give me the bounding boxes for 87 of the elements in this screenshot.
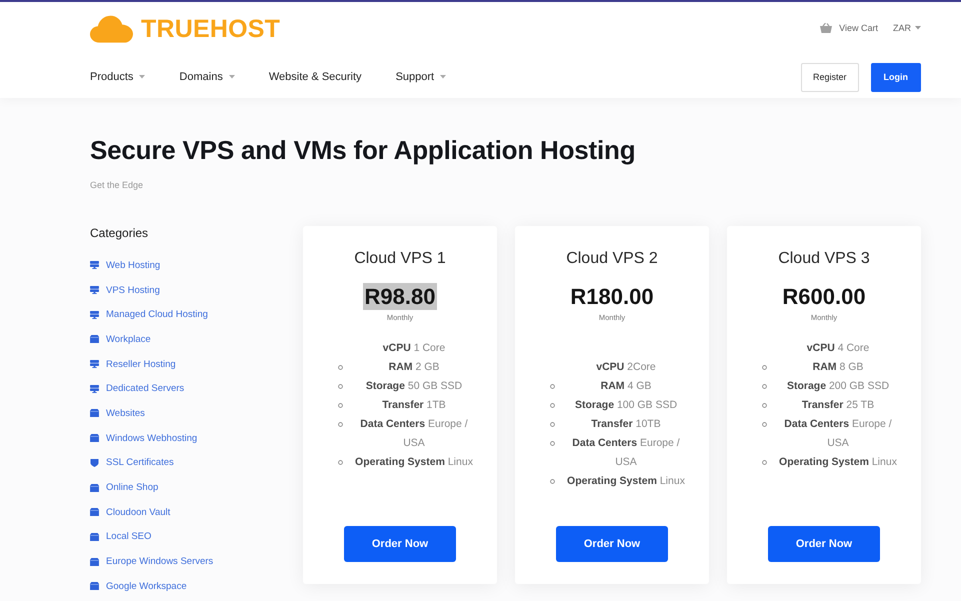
bullet-icon <box>762 460 767 465</box>
box-icon <box>90 434 99 442</box>
box-icon <box>90 508 99 516</box>
login-button[interactable]: Login <box>870 62 921 92</box>
caret-icon <box>440 75 446 79</box>
server-icon <box>90 384 99 393</box>
bullet-icon <box>338 384 343 389</box>
nav-menu-item[interactable]: Support <box>396 71 446 83</box>
feature-text: Transfer 25 TB <box>800 398 876 413</box>
box-icon <box>90 582 99 590</box>
category-link[interactable]: Local SEO <box>106 531 152 542</box>
feature-text: Data Centers Europe / USA <box>359 417 469 451</box>
bullet-icon <box>338 422 343 427</box>
spec-text: vCPU 4 Core <box>806 341 870 356</box>
feature-text: Operating System Linux <box>778 455 898 470</box>
category-link[interactable]: Windows Webhosting <box>106 432 198 444</box>
page-subtitle: Get the Edge <box>90 179 144 191</box>
plan-price: R98.80 <box>362 283 438 310</box>
category-link[interactable]: Cloudoon Vault <box>106 506 170 518</box>
bullet-icon <box>338 403 343 408</box>
category-link[interactable]: Websites <box>106 408 145 419</box>
bullet-icon <box>762 403 767 408</box>
category-link[interactable]: VPS Hosting <box>106 284 160 296</box>
bullet-icon <box>550 479 555 484</box>
server-icon <box>90 286 99 294</box>
basket-icon[interactable] <box>820 23 832 33</box>
bullet-icon <box>338 365 343 370</box>
feature-text: Data Centers Europe / USA <box>783 417 893 451</box>
feature-text: RAM 2 GB <box>388 360 440 375</box>
feature-text: RAM 8 GB <box>812 360 864 375</box>
plan-name: Cloud VPS 3 <box>778 249 870 269</box>
category-link[interactable]: Workplace <box>106 334 151 345</box>
bullet-icon <box>550 403 555 408</box>
caret-icon <box>139 75 146 79</box>
feature-text: RAM 4 GB <box>600 379 652 394</box>
category-link[interactable]: Web Hosting <box>106 260 160 271</box>
order-now-button[interactable]: Order Now <box>556 526 668 562</box>
category-link[interactable]: Managed Cloud Hosting <box>106 309 208 320</box>
bullet-icon <box>550 384 555 389</box>
nav-menu-item[interactable]: Domains <box>179 71 235 83</box>
feature-text: Operating System Linux <box>354 455 474 470</box>
nav-menu-item[interactable]: Website & Security <box>268 71 362 83</box>
page-title: Secure VPS and VMs for Application Hosting <box>90 134 636 166</box>
categories-heading: Categories <box>90 226 148 240</box>
category-link[interactable]: Dedicated Servers <box>106 383 184 394</box>
plan-price: R180.00 <box>569 283 655 310</box>
order-now-button[interactable]: Order Now <box>344 526 456 562</box>
feature-text: Transfer 10TB <box>590 417 662 432</box>
currency-selector[interactable]: ZAR <box>893 23 921 33</box>
bullet-icon <box>762 422 767 427</box>
box-icon <box>90 409 99 418</box>
category-link[interactable]: Europe Windows Servers <box>106 556 214 568</box>
order-now-button[interactable]: Order Now <box>768 526 880 562</box>
feature-text: Storage 200 GB SSD <box>786 379 890 394</box>
category-link[interactable]: SSL Certificates <box>106 457 174 468</box>
cloud-icon <box>90 14 133 42</box>
box-icon <box>90 532 99 541</box>
plan-name: Cloud VPS 2 <box>566 249 658 269</box>
caret-icon <box>228 75 235 79</box>
caret-icon <box>915 26 921 30</box>
shield-icon <box>90 458 99 467</box>
feature-text: Transfer 1TB <box>381 398 447 413</box>
server-icon <box>90 261 99 270</box>
plan-name: Cloud VPS 1 <box>354 249 446 269</box>
category-link[interactable]: Google Workspace <box>106 580 187 592</box>
bullet-icon <box>550 441 555 446</box>
spec-text: vCPU 2Core <box>595 360 657 375</box>
server-icon <box>90 360 99 368</box>
box-icon <box>90 484 99 492</box>
feature-text: Storage 100 GB SSD <box>574 398 678 413</box>
bullet-icon <box>762 384 767 389</box>
spec-text: vCPU 1 Core <box>382 341 446 356</box>
server-icon <box>90 310 99 319</box>
feature-text: Storage 50 GB SSD <box>364 379 464 394</box>
view-cart-link[interactable]: View Cart <box>839 23 878 33</box>
box-icon <box>90 335 99 344</box>
register-button[interactable]: Register <box>800 62 858 92</box>
bullet-icon <box>762 365 767 370</box>
plan-price: R600.00 <box>781 283 867 310</box>
category-link[interactable]: Reseller Hosting <box>106 358 176 370</box>
box-icon <box>90 558 99 566</box>
bullet-icon <box>550 422 555 427</box>
feature-text: Operating System Linux <box>566 474 686 489</box>
feature-text: Data Centers Europe / USA <box>571 436 681 470</box>
nav-menu-item[interactable]: Products <box>90 71 146 83</box>
bullet-icon <box>338 460 343 465</box>
category-link[interactable]: Online Shop <box>106 482 158 494</box>
